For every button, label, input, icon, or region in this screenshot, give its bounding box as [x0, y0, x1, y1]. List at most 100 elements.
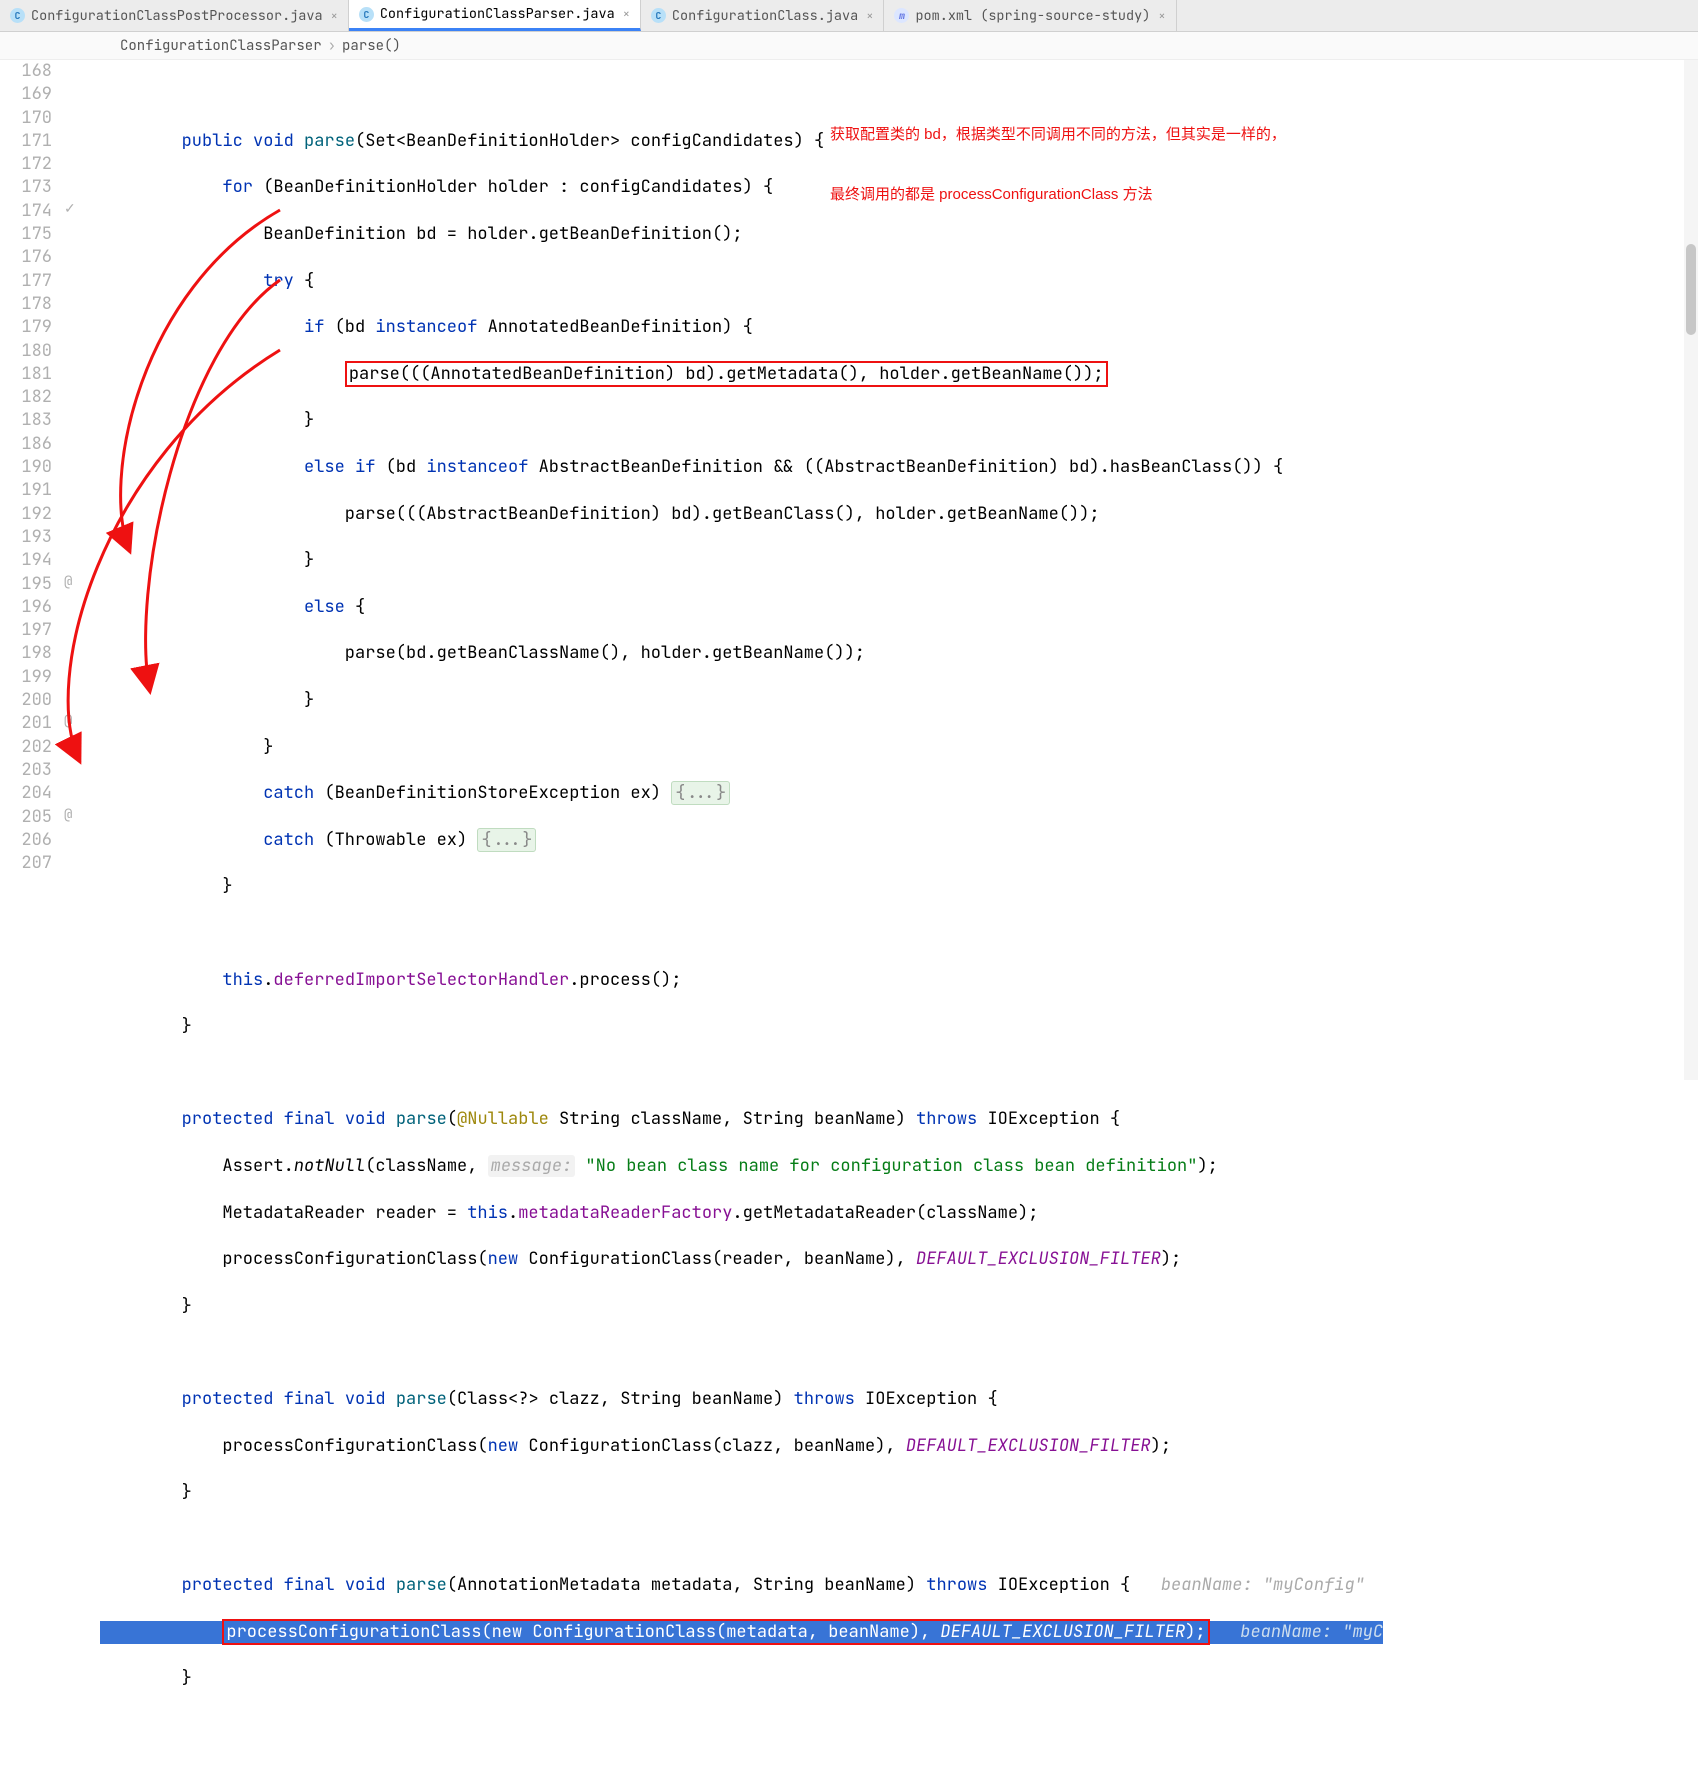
line-number-gutter: 1681691701711721731741751761771781791801… [0, 60, 60, 1784]
line-number: 197 [0, 619, 52, 642]
line-number: 168 [0, 60, 52, 83]
java-class-icon: C [359, 7, 374, 22]
code-line[interactable] [100, 1062, 1698, 1085]
code-line[interactable]: else { [100, 596, 1698, 619]
line-number: 202 [0, 736, 52, 759]
inline-hint: message: [488, 1155, 576, 1177]
code-line[interactable]: } [100, 736, 1698, 759]
code-line[interactable]: this.deferredImportSelectorHandler.proce… [100, 969, 1698, 992]
breadcrumb-method[interactable]: parse() [342, 37, 401, 55]
selected-line[interactable]: processConfigurationClass(new Configurat… [100, 1621, 1383, 1644]
code-line[interactable] [100, 922, 1698, 945]
line-number: 178 [0, 293, 52, 316]
code-line[interactable]: else if (bd instanceof AbstractBeanDefin… [100, 456, 1698, 479]
highlight-box: parse(((AnnotatedBeanDefinition) bd).get… [345, 361, 1108, 387]
code-line[interactable]: protected final void parse(AnnotationMet… [100, 1574, 1698, 1597]
code-line[interactable]: } [100, 1667, 1698, 1690]
line-number: 173 [0, 176, 52, 199]
checkmark-gutter-icon[interactable]: ✓ [64, 200, 76, 218]
code-content[interactable]: public void parse(Set<BeanDefinitionHold… [100, 60, 1698, 1784]
code-line[interactable]: parse(((AnnotatedBeanDefinition) bd).get… [100, 363, 1698, 386]
code-line[interactable]: protected final void parse(Class<?> claz… [100, 1388, 1698, 1411]
line-number: 174 [0, 200, 52, 223]
editor-tabs: C ConfigurationClassPostProcessor.java ×… [0, 0, 1698, 32]
code-line[interactable]: processConfigurationClass(new Configurat… [100, 1621, 1698, 1644]
line-number: 207 [0, 852, 52, 875]
code-line[interactable]: catch (BeanDefinitionStoreException ex) … [100, 782, 1698, 805]
inline-hint: beanName: "myConfig" [1161, 1574, 1365, 1596]
annotation-text: 获取配置类的 bd，根据类型不同调用不同的方法，但其实是一样的， 最终调用的都是… [830, 84, 1286, 246]
code-line[interactable]: } [100, 1481, 1698, 1504]
code-line[interactable]: parse(bd.getBeanClassName(), holder.getB… [100, 642, 1698, 665]
override-gutter-icon[interactable]: @ [64, 573, 72, 591]
override-gutter-icon[interactable]: @ [64, 712, 72, 730]
line-number: 180 [0, 340, 52, 363]
code-line[interactable] [100, 1341, 1698, 1364]
breadcrumb-class[interactable]: ConfigurationClassParser [120, 37, 322, 55]
line-number: 198 [0, 642, 52, 665]
code-line[interactable]: processConfigurationClass(new Configurat… [100, 1435, 1698, 1458]
line-number: 200 [0, 689, 52, 712]
line-number: 201 [0, 712, 52, 735]
code-line[interactable]: } [100, 1295, 1698, 1318]
line-number: 175 [0, 223, 52, 246]
tab-label: pom.xml (spring-source-study) [915, 7, 1150, 25]
line-number: 170 [0, 107, 52, 130]
code-line[interactable]: MetadataReader reader = this.metadataRea… [100, 1202, 1698, 1225]
code-line[interactable]: parse(((AbstractBeanDefinition) bd).getB… [100, 503, 1698, 526]
line-number: 196 [0, 596, 52, 619]
java-class-icon: C [651, 8, 666, 23]
code-line[interactable]: } [100, 875, 1698, 898]
line-number: 204 [0, 782, 52, 805]
close-icon[interactable]: × [623, 6, 630, 22]
line-number: 182 [0, 386, 52, 409]
tab-file-0[interactable]: C ConfigurationClassPostProcessor.java × [0, 0, 349, 31]
line-number: 195 [0, 573, 52, 596]
code-line[interactable]: } [100, 689, 1698, 712]
code-line[interactable]: Assert.notNull(className, message: "No b… [100, 1155, 1698, 1178]
code-editor[interactable]: 1681691701711721731741751761771781791801… [0, 60, 1698, 1784]
code-line[interactable]: catch (Throwable ex) {...} [100, 829, 1698, 852]
tab-label: ConfigurationClassParser.java [380, 5, 615, 23]
code-line[interactable]: processConfigurationClass(new Configurat… [100, 1248, 1698, 1271]
line-number: 179 [0, 316, 52, 339]
line-number: 199 [0, 666, 52, 689]
code-line[interactable]: protected final void parse(@Nullable Str… [100, 1108, 1698, 1131]
line-number: 190 [0, 456, 52, 479]
override-gutter-icon[interactable]: @ [64, 806, 72, 824]
close-icon[interactable]: × [866, 8, 873, 24]
folded-block[interactable]: {...} [477, 828, 536, 852]
highlight-box: processConfigurationClass(new Configurat… [222, 1619, 1209, 1645]
line-number: 177 [0, 270, 52, 293]
line-number: 194 [0, 549, 52, 572]
code-line[interactable] [100, 1528, 1698, 1551]
scrollbar-thumb[interactable] [1686, 244, 1696, 336]
code-line[interactable]: } [100, 1015, 1698, 1038]
close-icon[interactable]: × [331, 8, 338, 24]
line-number: 176 [0, 246, 52, 269]
line-number: 206 [0, 829, 52, 852]
gutter-annotations: ✓ @ @ @ [60, 60, 100, 1784]
tab-file-3[interactable]: m pom.xml (spring-source-study) × [884, 0, 1176, 31]
tab-file-2[interactable]: C ConfigurationClass.java × [641, 0, 885, 31]
close-icon[interactable]: × [1158, 8, 1165, 24]
code-line[interactable]: if (bd instanceof AnnotatedBeanDefinitio… [100, 316, 1698, 339]
folded-block[interactable]: {...} [671, 781, 730, 805]
tab-label: ConfigurationClass.java [672, 7, 858, 25]
line-number: 171 [0, 130, 52, 153]
chevron-right-icon: › [328, 37, 336, 55]
tab-file-1[interactable]: C ConfigurationClassParser.java × [349, 0, 641, 31]
maven-file-icon: m [894, 8, 909, 23]
line-number: 169 [0, 83, 52, 106]
vertical-scrollbar[interactable] [1684, 60, 1698, 1080]
code-line[interactable]: try { [100, 270, 1698, 293]
line-number: 186 [0, 433, 52, 456]
tab-label: ConfigurationClassPostProcessor.java [31, 7, 323, 25]
code-line[interactable]: } [100, 549, 1698, 572]
breadcrumb[interactable]: ConfigurationClassParser › parse() [0, 32, 1698, 60]
line-number: 183 [0, 409, 52, 432]
inline-hint: beanName: "myC [1210, 1621, 1383, 1643]
line-number: 193 [0, 526, 52, 549]
code-line[interactable]: } [100, 409, 1698, 432]
java-class-icon: C [10, 8, 25, 23]
